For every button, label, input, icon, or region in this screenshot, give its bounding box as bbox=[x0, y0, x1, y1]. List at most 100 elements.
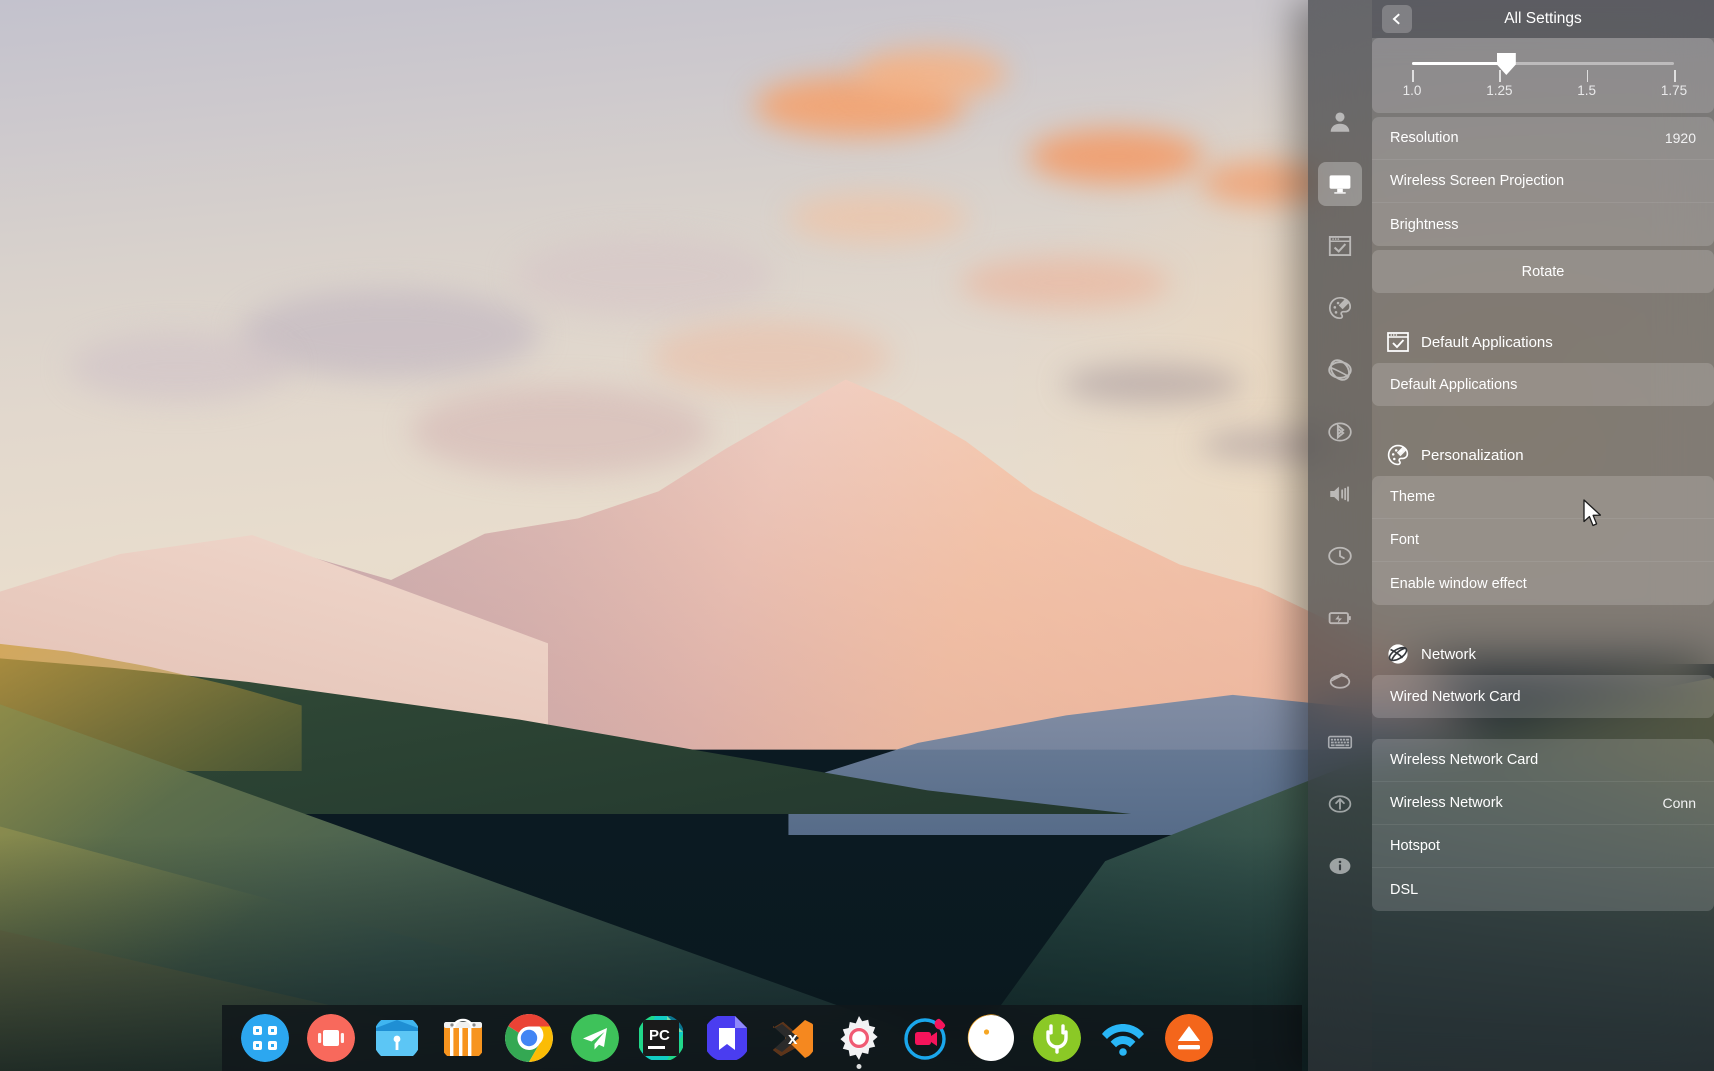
section-header-default-applications: Default Applications bbox=[1372, 321, 1714, 363]
display-setting-row[interactable]: Brightness bbox=[1372, 203, 1714, 246]
slider-tick-label: 1.75 bbox=[1660, 83, 1688, 98]
movie-icon bbox=[967, 1014, 1014, 1061]
slider-tick bbox=[1412, 70, 1414, 82]
arrow-up-circle-icon bbox=[1328, 795, 1352, 813]
dock-item-vscode[interactable]: x bbox=[760, 1005, 826, 1071]
slider-tick bbox=[1499, 70, 1501, 82]
nav-item-system-info[interactable] bbox=[1318, 844, 1362, 888]
dock-item-deepin-movie[interactable] bbox=[958, 1005, 1024, 1071]
nav-item-network[interactable] bbox=[1318, 348, 1362, 392]
shopping-bag-icon bbox=[444, 1018, 482, 1056]
dock-item-telegram[interactable] bbox=[562, 1005, 628, 1071]
rotate-button[interactable]: Rotate bbox=[1372, 250, 1714, 293]
network-setting-row[interactable]: Wireless Network Card bbox=[1372, 739, 1714, 782]
camera-record-icon bbox=[904, 1018, 946, 1060]
default-applications-list: Default Applications bbox=[1372, 363, 1714, 406]
dock-item-screen-record[interactable] bbox=[892, 1005, 958, 1071]
nav-item-personalization[interactable] bbox=[1318, 286, 1362, 330]
mouse-icon bbox=[1329, 672, 1351, 689]
back-button[interactable] bbox=[1382, 5, 1412, 33]
slider-tick bbox=[1674, 70, 1676, 82]
dock-item-eject[interactable] bbox=[1156, 1005, 1222, 1071]
dock-item-file-manager[interactable] bbox=[364, 1005, 430, 1071]
section-title: Personalization bbox=[1421, 446, 1524, 464]
nav-item-power[interactable] bbox=[1318, 596, 1362, 640]
slider-tick-label: 1.0 bbox=[1402, 83, 1422, 98]
nav-item-account[interactable] bbox=[1318, 100, 1362, 144]
dock-item-app-store[interactable] bbox=[430, 1005, 496, 1071]
default-application-row[interactable]: Default Applications bbox=[1372, 363, 1714, 406]
dock-item-pycharm[interactable]: PC bbox=[628, 1005, 694, 1071]
settings-scroll-area[interactable]: 1.0 1.25 1.5 1.75 Resolution 1920 Wireless Sc… bbox=[1372, 38, 1714, 1071]
display-scale-card[interactable]: 1.0 1.25 1.5 1.75 bbox=[1372, 38, 1714, 113]
nav-item-default-apps[interactable] bbox=[1318, 224, 1362, 268]
dock-item-multitask[interactable] bbox=[298, 1005, 364, 1071]
nav-item-sound[interactable] bbox=[1318, 472, 1362, 516]
nav-item-bluetooth[interactable] bbox=[1318, 410, 1362, 454]
control-center-window: All Settings 1.0 1.25 1.5 1.75 Resolution 19… bbox=[1308, 0, 1714, 1071]
dock-item-chrome[interactable] bbox=[496, 1005, 562, 1071]
settings-titlebar: All Settings bbox=[1372, 0, 1714, 38]
slider-tick bbox=[1586, 70, 1589, 82]
taskbar-dock: PC x bbox=[222, 1005, 1302, 1071]
network-setting-row[interactable]: DSL bbox=[1372, 868, 1714, 911]
paper-plane-icon bbox=[571, 1014, 619, 1062]
svg-text:PC: PC bbox=[649, 1027, 670, 1044]
row-label: Wired Network Card bbox=[1390, 688, 1521, 705]
dock-item-settings[interactable] bbox=[826, 1005, 892, 1071]
wallpaper-cloud bbox=[1062, 364, 1243, 405]
display-setting-row[interactable]: Wireless Screen Projection bbox=[1372, 160, 1714, 203]
plug-icon bbox=[1033, 1014, 1081, 1062]
rotate-card[interactable]: Rotate bbox=[1372, 250, 1714, 293]
dock-item-wps-writer[interactable] bbox=[694, 1005, 760, 1071]
globe-icon bbox=[1388, 644, 1408, 664]
keyboard-icon bbox=[1327, 735, 1353, 749]
personalization-setting-row[interactable]: Enable window effect bbox=[1372, 562, 1714, 605]
row-label: Font bbox=[1390, 532, 1420, 548]
monitor-icon bbox=[1329, 175, 1351, 194]
personalization-setting-row[interactable]: Font bbox=[1372, 519, 1714, 562]
eject-icon bbox=[1165, 1014, 1213, 1062]
network-list-secondary: Wireless Network Card Wireless Network Con… bbox=[1372, 739, 1714, 911]
person-icon bbox=[1330, 112, 1350, 132]
display-settings-list: Resolution 1920 Wireless Screen Projection… bbox=[1372, 117, 1714, 246]
nav-item-datetime[interactable] bbox=[1318, 534, 1362, 578]
network-setting-row[interactable]: Wired Network Card bbox=[1372, 675, 1714, 718]
palette-icon bbox=[1328, 296, 1352, 320]
wallpaper-cloud bbox=[68, 332, 289, 402]
nav-item-keyboard[interactable] bbox=[1318, 720, 1362, 764]
dock-item-launcher[interactable] bbox=[232, 1005, 298, 1071]
dock-item-wifi[interactable] bbox=[1090, 1005, 1156, 1071]
multitask-icon bbox=[307, 1014, 355, 1062]
nav-item-display[interactable] bbox=[1318, 162, 1362, 206]
wallpaper-cloud bbox=[514, 235, 775, 316]
window-check-icon bbox=[1328, 235, 1352, 257]
nav-item-update[interactable] bbox=[1318, 782, 1362, 826]
wallpaper-cloud bbox=[959, 257, 1170, 310]
chrome-icon bbox=[505, 1014, 553, 1062]
bluetooth-icon bbox=[1328, 422, 1352, 442]
nav-item-mouse[interactable] bbox=[1318, 658, 1362, 702]
section-header-network: Network bbox=[1372, 633, 1714, 675]
network-setting-row[interactable]: Hotspot bbox=[1372, 825, 1714, 868]
network-setting-row[interactable]: Wireless Network Conn bbox=[1372, 782, 1714, 825]
wallpaper-cloud bbox=[857, 48, 1007, 101]
display-scale-slider[interactable] bbox=[1412, 53, 1674, 75]
network-list-primary: Wired Network Card bbox=[1372, 675, 1714, 718]
row-label: Brightness bbox=[1390, 216, 1459, 233]
settings-content: All Settings 1.0 1.25 1.5 1.75 Resolution 19… bbox=[1372, 0, 1714, 1071]
info-icon bbox=[1329, 857, 1351, 875]
slider-tick-labels: 1.0 1.25 1.5 1.75 bbox=[1403, 83, 1688, 105]
window-check-icon bbox=[1387, 332, 1409, 352]
running-indicator bbox=[856, 1064, 862, 1069]
row-label: Resolution bbox=[1390, 130, 1459, 146]
row-label: DSL bbox=[1390, 881, 1419, 898]
display-setting-row[interactable]: Resolution 1920 bbox=[1372, 117, 1714, 160]
chevron-left-icon bbox=[1392, 13, 1400, 25]
personalization-setting-row[interactable]: Theme bbox=[1372, 476, 1714, 519]
dock-item-power-plug[interactable] bbox=[1024, 1005, 1090, 1071]
